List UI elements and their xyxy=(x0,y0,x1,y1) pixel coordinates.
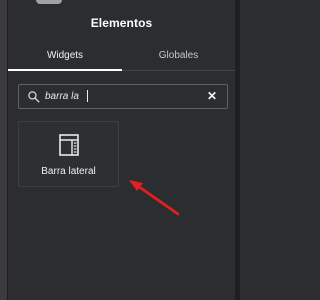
search-box: ✕ xyxy=(18,84,228,109)
widget-label: Barra lateral xyxy=(41,166,96,177)
text-caret xyxy=(87,90,88,102)
sidebar-layout-icon xyxy=(59,134,79,156)
topbar-logo xyxy=(36,0,62,4)
search-input[interactable] xyxy=(45,89,195,104)
elementor-panel: Elementos Widgets Globales ✕ Barra later… xyxy=(0,0,240,300)
panel-tabs: Widgets Globales xyxy=(8,42,235,71)
left-edge-strip xyxy=(0,0,8,300)
panel-title: Elementos xyxy=(90,16,153,30)
panel-topbar xyxy=(8,0,235,12)
right-edge-strip xyxy=(235,0,240,300)
widget-card-barra-lateral[interactable]: Barra lateral xyxy=(18,121,119,187)
tab-globales[interactable]: Globales xyxy=(122,42,235,70)
tab-widgets[interactable]: Widgets xyxy=(8,42,122,71)
search-icon xyxy=(28,91,40,103)
close-icon[interactable]: ✕ xyxy=(205,89,219,103)
